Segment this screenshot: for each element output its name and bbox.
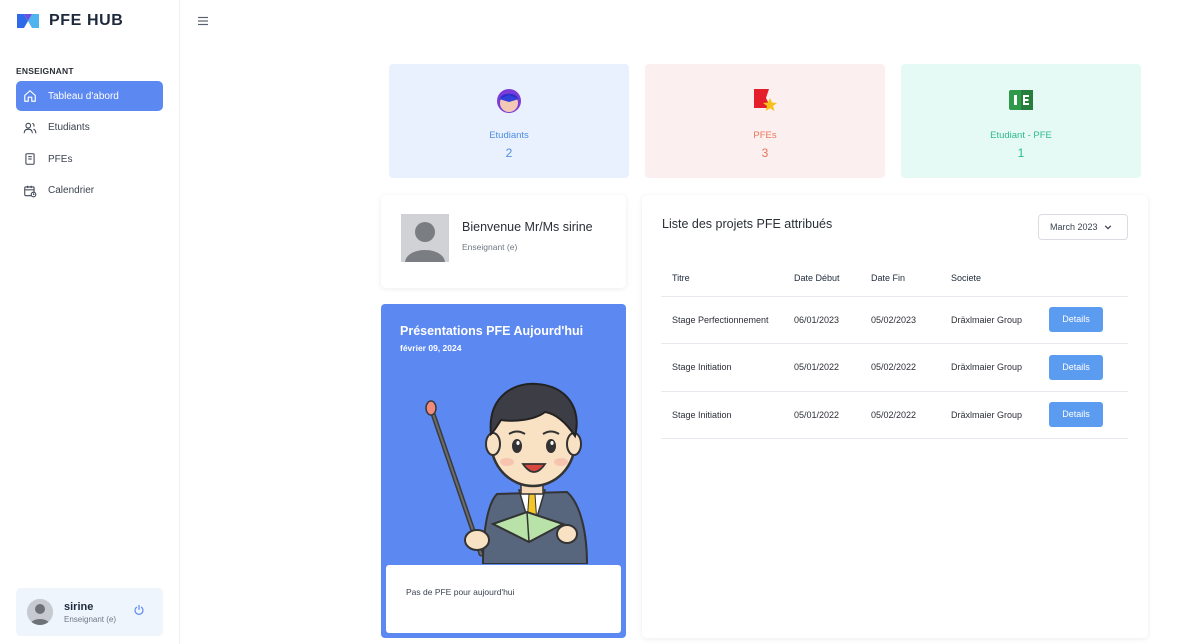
sidebar-section-label: ENSEIGNANT	[16, 66, 74, 76]
column-header: Date Début	[783, 261, 860, 297]
logo[interactable]: PFE HUB	[16, 11, 123, 31]
sidebar-nav: Tableau d'abord Etudiants PFEs Calendrie…	[16, 81, 163, 207]
stat-label: Etudiant - PFE	[990, 130, 1052, 141]
cell-fin: 05/02/2022	[860, 343, 940, 392]
stat-card-etudiant-pfe[interactable]: Etudiant - PFE 1	[901, 64, 1141, 178]
projects-title: Liste des projets PFE attribués	[662, 217, 833, 231]
month-select[interactable]: March 2023	[1038, 214, 1128, 240]
id-card-icon	[1009, 90, 1033, 110]
chevron-down-icon	[1104, 225, 1111, 230]
presentations-empty-message: Pas de PFE pour aujourd'hui	[406, 587, 515, 597]
cell-fin: 05/02/2023	[860, 296, 940, 344]
cell-titre: Stage Initiation	[661, 343, 783, 392]
power-icon[interactable]	[133, 604, 145, 616]
cell-action: Details	[1049, 296, 1128, 344]
sidebar-item-label: Etudiants	[48, 122, 90, 133]
avatar	[401, 214, 449, 262]
stat-value: 3	[761, 146, 769, 160]
projects-table: Titre Date Début Date Fin Societe Stage …	[661, 261, 1128, 439]
user-info: sirine Enseignant (e)	[64, 601, 116, 624]
welcome-card: Bienvenue Mr/Ms sirine Enseignant (e)	[381, 195, 626, 288]
presentations-date: février 09, 2024	[400, 343, 462, 353]
book-icon	[23, 152, 37, 166]
teacher-illustration	[425, 382, 589, 564]
column-header-actions	[1049, 261, 1128, 297]
student-icon	[497, 89, 521, 113]
welcome-subtitle: Enseignant (e)	[462, 242, 518, 252]
stat-value: 2	[505, 146, 513, 160]
details-button[interactable]: Details	[1049, 307, 1103, 333]
stat-label: PFEs	[753, 130, 777, 141]
cell-societe: Dräxlmaier Group	[940, 296, 1049, 344]
presentations-empty-box: Pas de PFE pour aujourd'hui	[386, 565, 621, 633]
table-row: Stage Initiation 05/01/2022 05/02/2022 D…	[661, 391, 1128, 439]
welcome-title: Bienvenue Mr/Ms sirine	[462, 220, 593, 234]
sidebar-item-calendrier[interactable]: Calendrier	[16, 176, 163, 206]
logo-icon	[17, 14, 39, 28]
calendar-icon	[23, 184, 37, 198]
table-row: Stage Perfectionnement 06/01/2023 05/02/…	[661, 296, 1128, 344]
sidebar-item-pfes[interactable]: PFEs	[16, 144, 163, 174]
projects-card: Liste des projets PFE attribués March 20…	[642, 195, 1148, 638]
cell-titre: Stage Initiation	[661, 391, 783, 439]
details-button[interactable]: Details	[1049, 354, 1103, 380]
sidebar: PFE HUB ENSEIGNANT Tableau d'abord Etudi…	[0, 0, 180, 644]
column-header: Date Fin	[860, 261, 940, 297]
table-header-row: Titre Date Début Date Fin Societe	[661, 261, 1128, 297]
user-role: Enseignant (e)	[64, 614, 117, 624]
cell-debut: 05/01/2022	[783, 343, 860, 392]
cell-societe: Dräxlmaier Group	[940, 391, 1049, 439]
sidebar-item-dashboard[interactable]: Tableau d'abord	[16, 81, 163, 111]
column-header: Titre	[661, 261, 783, 297]
cell-action: Details	[1049, 391, 1128, 439]
menu-icon[interactable]	[197, 15, 209, 27]
home-icon	[23, 89, 37, 103]
column-header: Societe	[940, 261, 1049, 297]
user-card[interactable]: sirine Enseignant (e)	[16, 588, 163, 636]
sidebar-item-label: Tableau d'abord	[48, 90, 119, 102]
cell-action: Details	[1049, 343, 1128, 392]
stat-label: Etudiants	[489, 130, 529, 141]
cell-debut: 06/01/2023	[783, 296, 860, 344]
cell-fin: 05/02/2022	[860, 391, 940, 439]
app-name: PFE HUB	[49, 12, 124, 29]
users-icon	[23, 121, 37, 135]
sidebar-item-label: Calendrier	[48, 185, 95, 196]
star-flag-icon	[754, 89, 777, 111]
stat-card-pfes[interactable]: PFEs 3	[645, 64, 885, 178]
cell-societe: Dräxlmaier Group	[940, 343, 1049, 392]
avatar	[27, 599, 53, 625]
details-button[interactable]: Details	[1049, 402, 1103, 428]
stat-value: 1	[1017, 146, 1025, 160]
presentations-card: Présentations PFE Aujourd'hui février 09…	[381, 304, 626, 638]
month-select-value: March 2023	[1050, 222, 1098, 232]
presentations-title: Présentations PFE Aujourd'hui	[400, 324, 584, 338]
sidebar-item-etudiants[interactable]: Etudiants	[16, 113, 163, 143]
cell-debut: 05/01/2022	[783, 391, 860, 439]
cell-titre: Stage Perfectionnement	[661, 296, 783, 344]
user-name: sirine	[64, 600, 94, 613]
stat-card-etudiants[interactable]: Etudiants 2	[389, 64, 629, 178]
table-row: Stage Initiation 05/01/2022 05/02/2022 D…	[661, 343, 1128, 392]
sidebar-item-label: PFEs	[48, 153, 73, 165]
